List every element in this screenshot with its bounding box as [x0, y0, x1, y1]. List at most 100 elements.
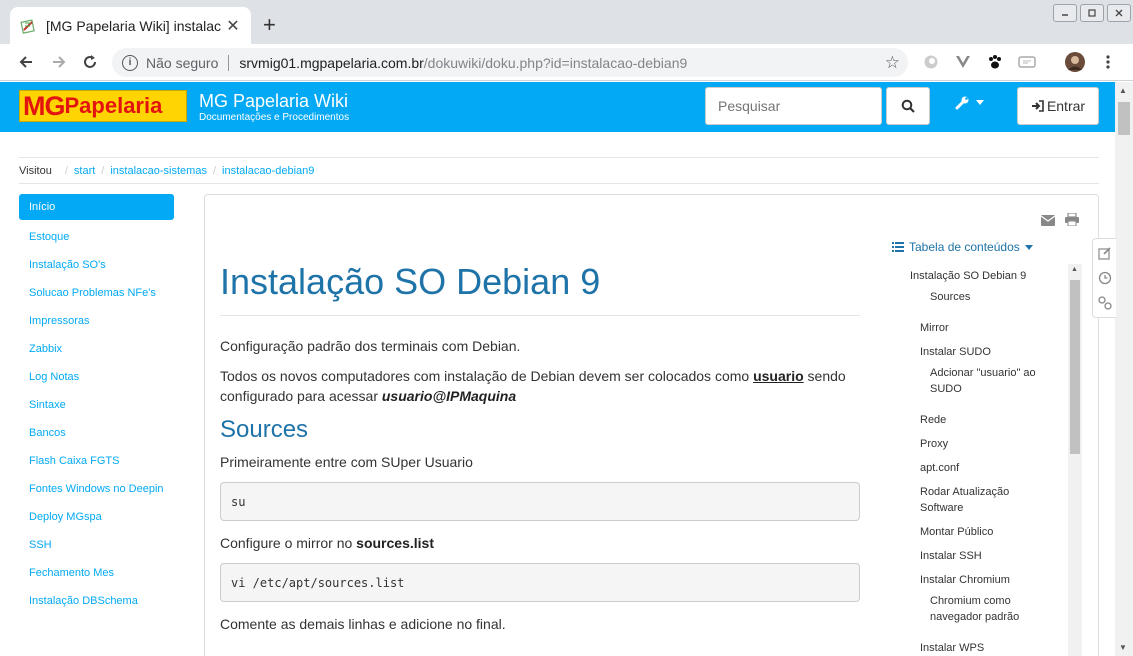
search-input[interactable]: [705, 87, 882, 125]
scroll-down-arrow-icon[interactable]: ▼: [1119, 643, 1127, 652]
extension-globe-icon[interactable]: [922, 53, 940, 71]
extension-paw-icon[interactable]: [986, 53, 1004, 71]
extension-vue-icon[interactable]: [954, 53, 972, 71]
history-clock-icon[interactable]: [1098, 271, 1112, 285]
wrench-icon: [955, 96, 969, 110]
site-tagline: Documentações e Procedimentos: [199, 112, 350, 123]
sidebar-item-flash-caixa-fgts[interactable]: Flash Caixa FGTS: [19, 453, 174, 469]
url-host: srvmig01.mgpapelaria.com.br: [239, 54, 424, 71]
toc-toggle[interactable]: Tabela de conteúdos: [892, 240, 1033, 254]
sidebar-item-instalacao-dbschema[interactable]: Instalação DBSchema: [19, 593, 174, 609]
toc-item[interactable]: Proxy: [920, 436, 948, 452]
close-window-icon[interactable]: [1107, 4, 1131, 22]
breadcrumb-link-instalacao-debian9[interactable]: instalacao-debian9: [222, 165, 314, 177]
sidebar-item-deploy-mgspa[interactable]: Deploy MGspa: [19, 509, 174, 525]
breadcrumb-link-start[interactable]: start: [74, 165, 95, 177]
window-controls: [1053, 4, 1131, 22]
scroll-up-arrow-icon[interactable]: ▲: [1119, 86, 1127, 95]
page-scrollbar-thumb[interactable]: [1118, 102, 1130, 135]
site-title[interactable]: MG Papelaria Wiki: [199, 91, 348, 112]
envelope-icon[interactable]: [1040, 213, 1056, 231]
sidebar-item-impressoras[interactable]: Impressoras: [19, 313, 174, 329]
sidebar-nav: Início Estoque Instalação SO's Solucao P…: [19, 194, 174, 609]
toc-item[interactable]: Rede: [920, 412, 946, 428]
code-block-sources[interactable]: vi /etc/apt/sources.list: [220, 563, 860, 602]
toc-scrollbar-thumb[interactable]: [1070, 280, 1080, 454]
sidebar-item-inicio[interactable]: Início: [19, 194, 174, 220]
browser-tabstrip: [MG Papelaria Wiki] instalacao-debian9 ✕…: [0, 0, 1133, 44]
back-arrow-icon[interactable]: [14, 50, 38, 74]
usuario-emphasis: usuario: [753, 368, 804, 384]
login-button[interactable]: Entrar: [1017, 87, 1099, 125]
code-block-su[interactable]: su: [220, 482, 860, 521]
browser-tab[interactable]: [MG Papelaria Wiki] instalacao-debian9 ✕: [10, 7, 251, 44]
toc-title: Tabela de conteúdos: [909, 240, 1020, 254]
article: Instalação SO Debian 9 Configuração padr…: [220, 255, 860, 644]
usuario-host-emphasis: usuario@IPMaquina: [381, 388, 517, 404]
section-heading-sources: Sources: [220, 416, 309, 443]
reload-icon[interactable]: [78, 50, 102, 74]
sidebar-item-estoque[interactable]: Estoque: [19, 229, 174, 245]
sidebar-item-zabbix[interactable]: Zabbix: [19, 341, 174, 357]
toc-item[interactable]: Mirror: [920, 320, 949, 336]
breadcrumb-link-instalacao-sistemas[interactable]: instalacao-sistemas: [110, 165, 207, 177]
sidebar-item-fontes-windows-deepin[interactable]: Fontes Windows no Deepin: [19, 481, 174, 497]
mg-papelaria-logo[interactable]: MG Papelaria: [19, 90, 187, 122]
tab-title: [MG Papelaria Wiki] instalacao-debian9: [46, 17, 221, 34]
maximize-icon[interactable]: [1080, 4, 1104, 22]
su-paragraph: Primeiramente entre com SUper Usuario: [220, 454, 473, 470]
browser-menu-icon[interactable]: [1099, 53, 1117, 71]
close-tab-icon[interactable]: ✕: [225, 16, 241, 36]
new-tab-button[interactable]: +: [263, 14, 276, 36]
sidebar-item-sintaxe[interactable]: Sintaxe: [19, 397, 174, 413]
page-title: Instalação SO Debian 9: [220, 255, 860, 316]
toc-item[interactable]: Rodar Atualização Software: [920, 484, 1040, 516]
profile-avatar[interactable]: [1065, 52, 1085, 72]
toc-scrollbar[interactable]: ▲: [1068, 264, 1082, 656]
site-header: MG Papelaria MG Papelaria Wiki Documentaç…: [0, 82, 1115, 132]
sidebar-item-fechamento-mes[interactable]: Fechamento Mes: [19, 565, 174, 581]
toc-item[interactable]: Instalar Chromium: [920, 572, 1010, 588]
breadcrumb-separator: /: [212, 164, 217, 177]
bookmark-star-icon[interactable]: ☆: [885, 53, 900, 73]
comment-paragraph: Comente as demais linhas e adicione no f…: [220, 616, 506, 632]
search-button[interactable]: [886, 87, 930, 125]
minimize-icon[interactable]: [1053, 4, 1077, 22]
page-tools: [1092, 238, 1116, 318]
intro-paragraph: Configuração padrão dos terminais com De…: [220, 338, 521, 354]
sidebar-item-instalacao-sos[interactable]: Instalação SO's: [19, 257, 174, 273]
toc-item[interactable]: Adcionar "usuario" ao SUDO: [930, 365, 1060, 397]
page-scrollbar[interactable]: ▲ ▼: [1115, 82, 1133, 656]
edit-icon[interactable]: [1098, 246, 1112, 260]
backlinks-link-icon[interactable]: [1098, 296, 1112, 310]
print-icon[interactable]: [1065, 212, 1079, 231]
dokuwiki-favicon-icon: [20, 18, 36, 34]
scroll-up-arrow-icon[interactable]: ▲: [1071, 266, 1078, 273]
sidebar-item-ssh[interactable]: SSH: [19, 537, 174, 553]
insecure-label: Não seguro: [146, 54, 219, 71]
toc-item[interactable]: Montar Público: [920, 524, 993, 540]
toc-item[interactable]: Instalar SUDO: [920, 344, 991, 360]
sidebar-item-solucao-problemas-nfes[interactable]: Solucao Problemas NFe's: [19, 285, 174, 301]
extension-card-icon[interactable]: [1018, 53, 1036, 71]
users-paragraph: Todos os novos computadores com instalaç…: [220, 368, 846, 404]
search-icon: [901, 99, 915, 113]
address-bar[interactable]: i Não seguro srvmig01.mgpapelaria.com.br…: [112, 48, 908, 77]
toc-item[interactable]: apt.conf: [920, 460, 959, 476]
toc-item[interactable]: Instalar SSH: [920, 548, 982, 564]
sidebar-item-bancos[interactable]: Bancos: [19, 425, 174, 441]
info-icon[interactable]: i: [122, 54, 138, 71]
caret-down-icon: [1024, 244, 1033, 250]
mirror-paragraph: Configure o mirror no sources.list: [220, 535, 434, 551]
forward-arrow-icon[interactable]: [47, 50, 71, 74]
content-actions: [1040, 212, 1079, 231]
toc-item[interactable]: Instalar WPS: [920, 640, 984, 656]
sidebar-item-log-notas[interactable]: Log Notas: [19, 369, 174, 385]
breadcrumb-separator: /: [101, 164, 105, 177]
toc-item[interactable]: Sources: [930, 289, 970, 305]
tools-dropdown-button[interactable]: [955, 95, 984, 110]
toc-item[interactable]: Chromium como navegador padrão: [930, 593, 1040, 625]
breadcrumb-label: Visitou: [19, 164, 52, 177]
omnibox-divider: [228, 54, 230, 71]
toc-item[interactable]: Instalação SO Debian 9: [910, 268, 1026, 284]
